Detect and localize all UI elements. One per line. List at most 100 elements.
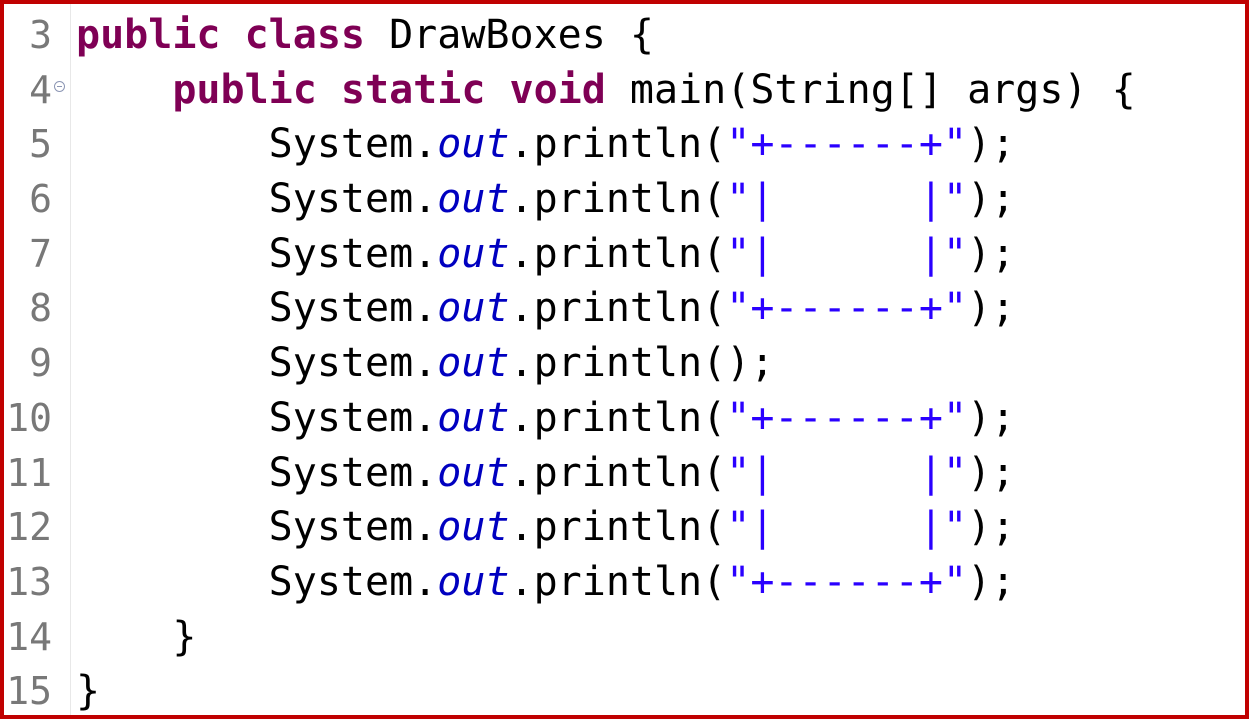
line-number: 12	[6, 505, 52, 550]
code-token: DrawBoxes {	[365, 12, 654, 58]
keyword-token: static	[340, 66, 486, 113]
code-token: }	[172, 613, 197, 660]
line-number: 4	[29, 67, 52, 112]
keyword-token: class	[244, 12, 366, 58]
code-line[interactable]: 12 System.out.println("| |");	[4, 500, 1245, 555]
code-token: System.	[268, 449, 438, 496]
field-token: out	[437, 340, 510, 387]
code-line[interactable]: 13 System.out.println("+------+");	[4, 555, 1245, 610]
code-text: }	[76, 610, 196, 665]
code-line[interactable]: 7 System.out.println("| |");	[4, 227, 1245, 282]
code-token: .println(	[509, 558, 727, 605]
code-token: System.	[268, 340, 438, 387]
code-editor-frame: 3 public class DrawBoxes { 4 public static…	[0, 0, 1249, 719]
line-number: 13	[6, 559, 52, 604]
code-token: System.	[268, 394, 438, 441]
code-text: public static void main(String[] args) {	[76, 63, 1136, 118]
code-token: .println(	[509, 121, 727, 168]
code-line[interactable]: 14 }	[4, 610, 1245, 665]
keyword-token: void	[509, 66, 606, 113]
line-number: 8	[29, 286, 52, 331]
code-text: System.out.println("| |");	[76, 172, 1016, 227]
code-text: System.out.println("+------+");	[76, 391, 1016, 446]
code-line[interactable]: 6 System.out.println("| |");	[4, 172, 1245, 227]
code-line[interactable]: 3 public class DrawBoxes {	[4, 8, 1245, 63]
code-text: System.out.println("| |");	[76, 500, 1016, 555]
code-text: System.out.println("| |");	[76, 227, 1016, 282]
code-line[interactable]: 9 System.out.println();	[4, 336, 1245, 391]
code-line[interactable]: 5 System.out.println("+------+");	[4, 117, 1245, 172]
code-token: System.	[268, 176, 438, 223]
code-token: );	[967, 449, 1016, 496]
field-token: out	[437, 449, 510, 496]
field-token: out	[437, 394, 510, 441]
code-text: System.out.println();	[76, 336, 775, 391]
code-token: System.	[268, 230, 438, 277]
line-number: 6	[29, 177, 52, 222]
fold-collapse-icon[interactable]	[54, 80, 65, 92]
keyword-token: public	[76, 12, 221, 58]
code-token: System.	[268, 504, 438, 551]
code-token: );	[967, 121, 1016, 168]
code-token: .println(	[509, 504, 727, 551]
code-token: .println(	[509, 394, 727, 441]
code-text: System.out.println("+------+");	[76, 117, 1016, 172]
field-token: out	[437, 504, 510, 551]
code-line[interactable]: 4 public static void main(String[] args)…	[4, 63, 1245, 118]
code-token: );	[967, 230, 1016, 277]
string-token: "+------+"	[726, 285, 968, 332]
code-text: }	[76, 664, 101, 715]
code-text: System.out.println("| |");	[76, 446, 1016, 501]
code-text: System.out.println("+------+");	[76, 281, 1016, 336]
string-token: "| |"	[726, 504, 968, 551]
code-token: );	[967, 504, 1016, 551]
string-token: "+------+"	[726, 558, 968, 605]
code-area[interactable]: 3 public class DrawBoxes { 4 public static…	[4, 8, 1245, 715]
line-number: 7	[29, 231, 52, 276]
line-number: 3	[29, 13, 52, 57]
code-token: System.	[268, 558, 438, 605]
line-number: 14	[6, 614, 52, 659]
field-token: out	[437, 230, 510, 277]
code-token: .println(	[509, 176, 727, 223]
keyword-token: public	[172, 66, 317, 113]
code-text: System.out.println("+------+");	[76, 555, 1016, 610]
code-line[interactable]: 10 System.out.println("+------+");	[4, 391, 1245, 446]
code-token: System.	[268, 285, 438, 332]
string-token: "+------+"	[726, 121, 968, 168]
code-token: }	[76, 668, 101, 715]
line-number: 15	[6, 669, 52, 714]
line-number: 5	[29, 122, 52, 167]
code-token: .println();	[509, 340, 775, 387]
code-token: main(String[] args) {	[605, 66, 1136, 113]
field-token: out	[437, 285, 510, 332]
string-token: "| |"	[726, 449, 968, 496]
line-number: 10	[6, 395, 52, 440]
code-line[interactable]: 8 System.out.println("+------+");	[4, 281, 1245, 336]
string-token: "| |"	[726, 176, 968, 223]
code-token: );	[967, 285, 1016, 332]
code-token: );	[967, 394, 1016, 441]
string-token: "| |"	[726, 230, 968, 277]
field-token: out	[437, 176, 510, 223]
code-line[interactable]: 15}	[4, 664, 1245, 715]
code-line[interactable]: 11 System.out.println("| |");	[4, 446, 1245, 501]
string-token: "+------+"	[726, 394, 968, 441]
code-token: );	[967, 558, 1016, 605]
code-token: .println(	[509, 285, 727, 332]
field-token: out	[437, 121, 510, 168]
code-token: );	[967, 176, 1016, 223]
